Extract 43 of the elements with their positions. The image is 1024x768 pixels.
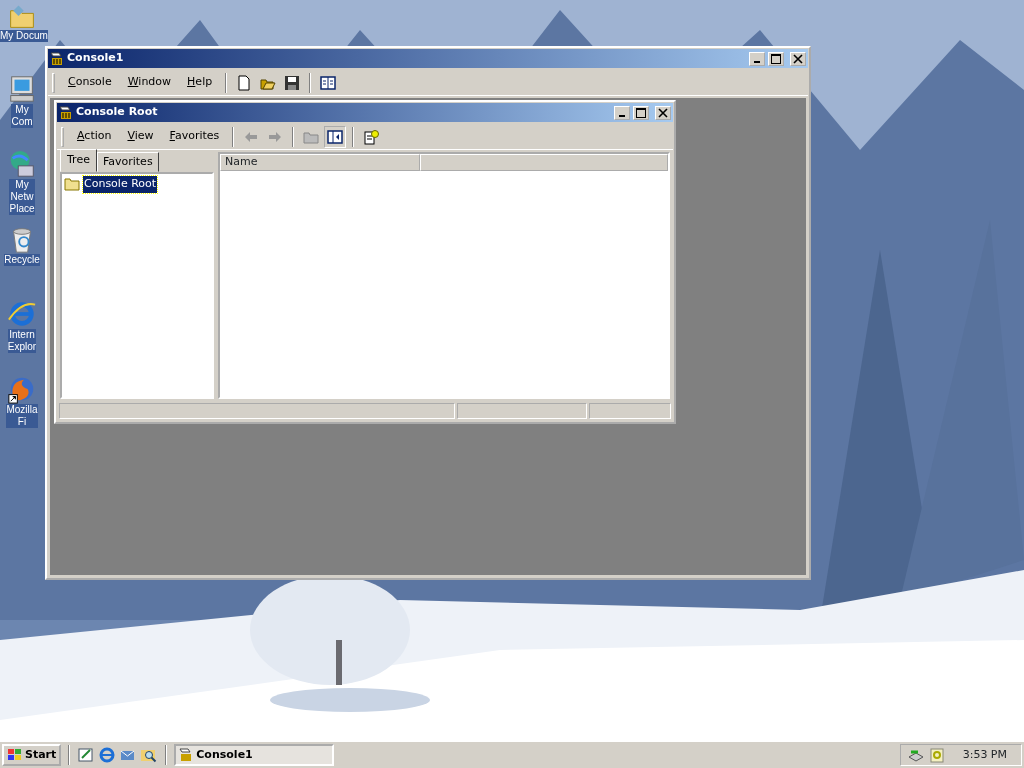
close-icon <box>793 53 803 64</box>
icon-label[interactable]: Intern Explor <box>7 329 37 353</box>
start-button[interactable]: Start <box>2 744 62 766</box>
console-icon <box>179 748 194 762</box>
tab[interactable]: Favorites <box>96 151 159 172</box>
menu-item[interactable]: View <box>120 126 161 147</box>
window-title: Console Root <box>76 104 159 121</box>
menu-item[interactable]: Window <box>120 72 179 93</box>
maximize-icon <box>636 107 647 118</box>
browser-icon[interactable] <box>98 746 117 764</box>
console-icon <box>50 51 64 66</box>
minimize-icon <box>619 114 626 117</box>
browser-icon[interactable] <box>7 299 37 329</box>
column-header[interactable] <box>420 154 668 171</box>
menu-item[interactable]: Console <box>61 72 119 93</box>
console-icon <box>59 105 73 120</box>
maximize-icon <box>771 53 782 64</box>
menu-item[interactable]: Action <box>70 126 119 147</box>
folder-icon <box>64 177 80 192</box>
icon-label[interactable]: Mozilla Fi <box>6 404 38 428</box>
tab[interactable]: Tree <box>60 148 97 172</box>
clock: 3:53 PM <box>962 746 1007 763</box>
computer-icon[interactable] <box>7 74 37 104</box>
maximize-button[interactable] <box>633 105 650 120</box>
minimize-button[interactable] <box>749 51 766 66</box>
icon-label[interactable]: Recycle <box>4 254 40 266</box>
tree-item[interactable]: Console Root <box>83 176 158 193</box>
icon-label[interactable]: My Netw Place <box>9 179 35 215</box>
minimize-button[interactable] <box>614 105 631 120</box>
close-button[interactable] <box>655 105 671 120</box>
minimize-icon <box>754 60 761 63</box>
show-tree-icon[interactable] <box>324 125 347 148</box>
menu-item[interactable]: Help <box>180 72 220 93</box>
close-icon <box>658 107 668 118</box>
column-header[interactable]: Name <box>220 154 420 171</box>
close-button[interactable] <box>790 51 806 66</box>
window-title: Console1 <box>67 50 125 67</box>
taskbar-button[interactable]: Console1 <box>174 744 335 766</box>
icon-label[interactable]: My Docum <box>0 30 48 42</box>
icon-label[interactable]: My Com <box>11 104 33 128</box>
windows-flag-icon <box>7 748 23 762</box>
menu-item[interactable]: Favorites <box>162 126 227 147</box>
maximize-button[interactable] <box>768 51 785 66</box>
